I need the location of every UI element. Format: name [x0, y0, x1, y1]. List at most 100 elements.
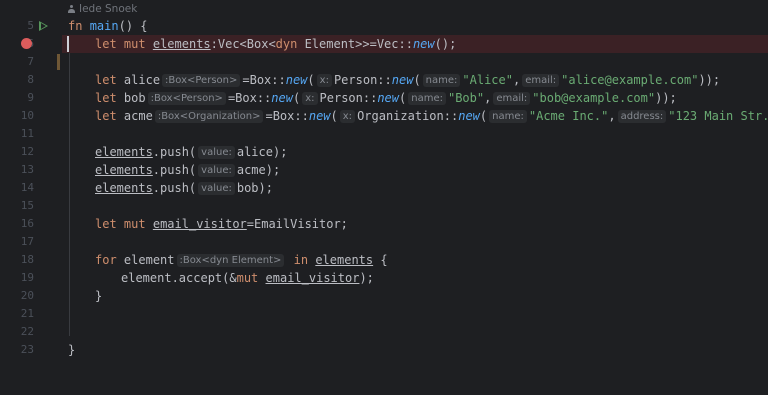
- code-line-23[interactable]: }: [62, 341, 768, 359]
- keyword: mut: [123, 37, 146, 51]
- string-literal: "Alice": [462, 73, 513, 87]
- code-text: =Box::: [265, 109, 309, 123]
- line-number: 8: [27, 73, 34, 86]
- type-hint[interactable]: :Box<Organization>: [154, 110, 264, 123]
- editor-gutter: 5 6 7 8 9 10 11 12 13 14 15 16 17 18 19 …: [0, 0, 62, 365]
- parameter-hint[interactable]: value:: [198, 182, 235, 195]
- line-number: 7: [27, 55, 34, 68]
- parameter-hint[interactable]: email:: [493, 92, 531, 105]
- parameter-hint[interactable]: value:: [198, 164, 235, 177]
- function-name: main: [89, 19, 119, 33]
- keyword: fn: [68, 19, 83, 33]
- variable: acme: [123, 109, 153, 123]
- code-text: (: [413, 73, 421, 87]
- run-icon[interactable]: [39, 21, 48, 31]
- variable: email_visitor: [152, 217, 247, 231]
- code-text: ));: [655, 91, 677, 105]
- code-line-13[interactable]: elements.push(value: acme);: [62, 161, 768, 179]
- function-call: new: [377, 91, 399, 105]
- parameter-hint[interactable]: email:: [522, 74, 560, 87]
- code-line-19[interactable]: element.accept(&mut email_visitor);: [62, 269, 768, 287]
- keyword: in: [293, 253, 309, 267]
- line-number: 14: [20, 181, 34, 194]
- code-line-10[interactable]: let acme:Box<Organization> =Box::new (x: Or…: [62, 107, 768, 125]
- variable: alice: [123, 73, 161, 87]
- code-text: Person::: [319, 91, 378, 105]
- code-line-5[interactable]: fn main() {: [62, 17, 768, 35]
- type-hint[interactable]: :Box<Person>: [162, 74, 241, 87]
- code-line-20[interactable]: }: [62, 287, 768, 305]
- string-literal: "Bob": [447, 91, 485, 105]
- code-text: ();: [434, 37, 457, 51]
- code-text: ,: [484, 91, 492, 105]
- function-call: new: [285, 73, 308, 87]
- line-number: 11: [20, 127, 34, 140]
- keyword: for: [95, 253, 117, 267]
- code-text: (: [330, 109, 338, 123]
- code-editor[interactable]: Iede Snoek fn main() { let mut elements:…: [62, 0, 768, 365]
- line-number: 10: [20, 109, 34, 122]
- code-line-12[interactable]: elements.push(value: alice);: [62, 143, 768, 161]
- parameter-hint[interactable]: name:: [408, 92, 446, 105]
- code-text: acme: [236, 163, 266, 177]
- code-text: );: [265, 163, 281, 177]
- parameter-hint[interactable]: x:: [302, 92, 318, 105]
- person-icon: [68, 5, 75, 13]
- parameter-hint[interactable]: x:: [339, 110, 356, 123]
- parameter-hint[interactable]: name:: [489, 110, 527, 123]
- code-text: .push(: [152, 181, 197, 195]
- breakpoint-icon[interactable]: [21, 38, 32, 49]
- code-text: =Box::: [227, 91, 272, 105]
- variable: elements: [95, 181, 153, 195]
- variable: elements: [95, 145, 153, 159]
- code-text: Element>>=Vec::: [297, 37, 413, 51]
- line-number: 19: [20, 271, 34, 284]
- code-line-8[interactable]: let alice:Box<Person> =Box::new(x: Person:…: [62, 71, 768, 89]
- keyword: let: [95, 91, 117, 105]
- code-text: bob: [236, 181, 259, 195]
- function-call: new: [391, 73, 414, 87]
- keyword: let: [95, 73, 117, 87]
- line-number: 20: [20, 289, 34, 302]
- line-number: 15: [20, 199, 34, 212]
- code-text: element.accept(&: [121, 271, 237, 285]
- parameter-hint[interactable]: value:: [198, 146, 235, 159]
- code-text: .push(: [152, 145, 197, 159]
- code-line-18[interactable]: for element:Box<dyn Element> in elements…: [62, 251, 768, 269]
- parameter-hint[interactable]: address:: [617, 110, 667, 123]
- code-author-hint[interactable]: Iede Snoek: [68, 3, 137, 15]
- code-line-14[interactable]: elements.push(value: bob);: [62, 179, 768, 197]
- line-number: 16: [20, 217, 34, 230]
- line-number: 13: [20, 163, 34, 176]
- line-number: 21: [20, 307, 34, 320]
- variable: element: [123, 253, 175, 267]
- line-number: 18: [20, 253, 34, 266]
- function-call: new: [271, 91, 293, 105]
- code-text: =Box::: [242, 73, 286, 87]
- code-text: :Vec<Box<: [210, 37, 276, 51]
- code-line-16[interactable]: let mut email_visitor=EmailVisitor;: [62, 215, 768, 233]
- keyword: let: [95, 109, 117, 123]
- type-hint[interactable]: :Box<dyn Element>: [176, 254, 285, 267]
- variable: email_visitor: [265, 271, 360, 285]
- code-line-9[interactable]: let bob:Box<Person> =Box::new(x: Person::n…: [62, 89, 768, 107]
- keyword: mut: [236, 271, 259, 285]
- code-text: }: [68, 343, 76, 357]
- function-call: new: [458, 109, 480, 123]
- code-text: Person::: [333, 73, 392, 87]
- string-literal: "Acme Inc.": [528, 109, 609, 123]
- code-line-6[interactable]: let mut elements:Vec<Box<dyn Element>>=V…: [62, 35, 768, 53]
- code-text: Organization::: [357, 109, 459, 123]
- line-number: 5: [27, 19, 34, 32]
- change-marker[interactable]: [57, 54, 60, 70]
- code-text: ));: [698, 73, 721, 87]
- code-text: ,: [608, 109, 616, 123]
- parameter-hint[interactable]: x:: [316, 74, 332, 87]
- author-name: Iede Snoek: [79, 3, 138, 15]
- parameter-hint[interactable]: name:: [422, 74, 461, 87]
- code-text: .push(: [152, 163, 197, 177]
- type-hint[interactable]: :Box<Person>: [147, 92, 226, 105]
- code-text: (: [399, 91, 407, 105]
- keyword: let: [95, 217, 117, 231]
- code-text: () {: [118, 19, 148, 33]
